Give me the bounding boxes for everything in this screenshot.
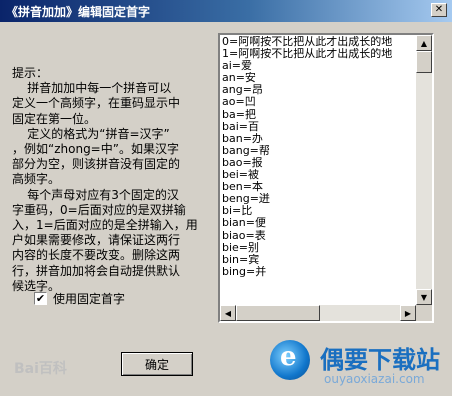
list-items[interactable]: 0=阿啊按不比把从此才出成长的地 1=阿啊按不比把从此才出成长的地 ai=爱 an=安… [222,36,416,304]
list-item[interactable]: bang=帮 [222,145,416,157]
scrollbar-corner [416,305,432,321]
scroll-up-button[interactable]: ▲ [416,35,432,51]
fixed-first-char-option[interactable]: ✔ 使用固定首字 [34,290,125,307]
help-line: 定义的格式为“拼音=汉字” [12,126,170,141]
vertical-scroll-thumb[interactable] [416,51,432,73]
site-name: 偶要下载站 [320,346,440,374]
check-icon: ✔ [35,292,46,305]
arrow-down-icon: ▼ [420,292,428,302]
vertical-scrollbar[interactable]: ▲ ▼ [416,35,432,305]
window-title: 《拼音加加》编辑固定首字 [6,5,151,19]
scroll-right-button[interactable]: ▶ [400,305,416,321]
list-item[interactable]: ben=本 [222,181,416,193]
close-button[interactable]: ✕ [431,3,447,17]
list-item[interactable]: bin=宾 [222,254,416,266]
list-item[interactable]: bai=百 [222,121,416,133]
list-item[interactable]: ai=爱 [222,60,416,72]
help-line: 内容的长度不要改变。删除这两 [12,248,181,263]
help-line: 每个声母对应有3个固定的汉 [12,187,179,202]
list-item[interactable]: ang=昂 [222,84,416,96]
list-item[interactable]: bing=并 [222,266,416,278]
baidu-watermark: Bai百科 [14,361,67,377]
pinyin-listbox[interactable]: 0=阿啊按不比把从此才出成长的地 1=阿啊按不比把从此才出成长的地 ai=爱 an=安… [218,33,434,323]
arrow-up-icon: ▲ [420,38,428,48]
list-item[interactable]: beng=迸 [222,193,416,205]
list-item[interactable]: ba=把 [222,109,416,121]
help-line: 行，拼音加加将会自动提供默认 [12,263,181,278]
title-bar: 《拼音加加》编辑固定首字 ✕ [0,0,452,22]
horizontal-scroll-thumb[interactable] [236,305,320,321]
help-line: 入，1=后面对应的是全拼输入，用 [12,218,198,233]
horizontal-scrollbar[interactable]: ◀ ▶ [220,305,416,321]
list-item[interactable]: ban=办 [222,133,416,145]
scroll-down-button[interactable]: ▼ [416,289,432,305]
list-item[interactable]: bian=便 [222,217,416,229]
help-line: 字重码，0=后面对应的是双拼输 [12,202,186,217]
list-item[interactable]: 1=阿啊按不比把从此才出成长的地 [222,48,416,60]
site-url: ouyaoxiazai.com [324,372,425,386]
list-item[interactable]: biao=表 [222,230,416,242]
help-line: 提示： [12,66,49,80]
fixed-first-char-checkbox[interactable]: ✔ [34,292,47,305]
list-item[interactable]: bei=被 [222,169,416,181]
list-item[interactable]: 0=阿啊按不比把从此才出成长的地 [222,36,416,48]
help-line: 户如果需要修改，请保证这两行 [12,233,181,248]
list-item[interactable]: ao=凹 [222,96,416,108]
help-line: 部分为空，则该拼音没有固定的 [12,157,181,172]
arrow-left-icon: ◀ [224,308,232,318]
logo-letter-icon: e [280,342,297,372]
scroll-left-button[interactable]: ◀ [220,305,236,321]
list-item[interactable]: bi=比 [222,205,416,217]
help-line: ，例如“zhong=中”。如果汉字 [12,142,179,157]
help-text: 提示： 拼音加加中每一个拼音可以 定义一个高频字，在重码显示中 固定在第一位。 定义… [12,66,212,294]
list-item[interactable]: bie=别 [222,242,416,254]
site-logo: e 偶要下载站 ouyaoxiazai.com [270,336,450,394]
help-line: 定义一个高频字，在重码显示中 [12,96,181,111]
list-item[interactable]: bao=报 [222,157,416,169]
help-line: 高频字。 [12,172,61,187]
help-line: 拼音加加中每一个拼音可以 [12,81,172,96]
ok-button[interactable]: 确定 [121,352,193,376]
help-line: 固定在第一位。 [12,111,97,126]
list-item[interactable]: an=安 [222,72,416,84]
arrow-right-icon: ▶ [404,308,412,318]
ok-button-label: 确定 [144,357,169,372]
checkbox-label: 使用固定首字 [53,292,126,306]
close-icon: ✕ [434,4,444,15]
